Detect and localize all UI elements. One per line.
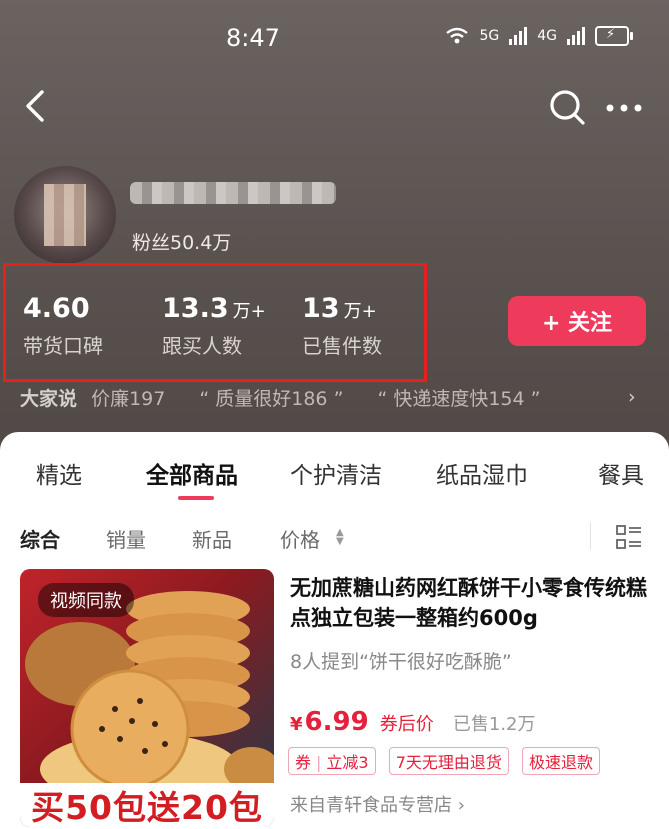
stats-highlight-box: 4.60 带货口碑 13.3 万+ 跟买人数 13 万+ 已售件数 bbox=[3, 263, 427, 382]
filter-price[interactable]: 价格 bbox=[280, 524, 320, 553]
review-lead: 大家说 bbox=[20, 388, 78, 410]
status-time: 8:47 bbox=[226, 24, 280, 52]
tab-tableware[interactable]: 餐具 bbox=[598, 456, 644, 490]
stat-buyers[interactable]: 13.3 万+ 跟买人数 bbox=[162, 293, 266, 359]
tab-paper-wipes[interactable]: 纸品湿巾 bbox=[436, 456, 528, 490]
coupon-amount: 立减3 bbox=[326, 753, 369, 772]
signal-icon bbox=[567, 27, 585, 45]
tab-all-products[interactable]: 全部商品 bbox=[146, 456, 238, 490]
stat-label: 跟买人数 bbox=[162, 334, 242, 358]
product-mention: 8人提到“饼干很好吃酥脆” bbox=[290, 651, 512, 673]
network-4g-label: 4G bbox=[537, 28, 557, 44]
fast-refund-tag: 极速退款 bbox=[521, 747, 600, 775]
follow-button[interactable]: + 关注 bbox=[508, 296, 646, 346]
wifi-icon bbox=[446, 27, 469, 44]
filter-sales[interactable]: 销量 bbox=[106, 524, 146, 553]
service-tags: 券 | 立减3 7天无理由退货 极速退款 bbox=[288, 747, 608, 775]
stat-unit: 万+ bbox=[343, 301, 377, 322]
fans-count: 粉丝50.4万 bbox=[132, 232, 232, 254]
review-chip[interactable]: “ 质量很好186 ” bbox=[199, 388, 343, 410]
signal-icon bbox=[509, 27, 528, 45]
status-bar: 8:47 5G 4G ⚡ bbox=[0, 0, 669, 80]
shop-name-blurred bbox=[130, 182, 336, 204]
sort-arrows-icon[interactable]: ▲ ▼ bbox=[336, 528, 344, 547]
stat-value: 13 bbox=[302, 293, 340, 324]
tab-personal-care[interactable]: 个护清洁 bbox=[290, 456, 382, 490]
return-policy-tag: 7天无理由退货 bbox=[388, 747, 509, 775]
coupon-label: 券 bbox=[295, 753, 312, 772]
filter-new[interactable]: 新品 bbox=[192, 524, 232, 553]
filter-comprehensive[interactable]: 综合 bbox=[20, 524, 60, 553]
product-sheet: 精选 全部商品 个护清洁 纸品湿巾 餐具 综合 销量 新品 价格 ▲ ▼ 视频同… bbox=[0, 432, 669, 829]
price-row: ¥6.99 券后价 已售1.2万 bbox=[290, 707, 536, 737]
avatar[interactable] bbox=[14, 166, 116, 264]
tab-featured[interactable]: 精选 bbox=[36, 456, 82, 490]
status-icons: 5G 4G ⚡ bbox=[445, 26, 633, 46]
battery-charging-icon: ⚡ bbox=[595, 26, 633, 46]
product-price: ¥6.99 bbox=[290, 707, 369, 737]
sold-count: 已售1.2万 bbox=[452, 714, 536, 735]
list-layout-icon[interactable] bbox=[616, 524, 642, 550]
search-icon[interactable] bbox=[548, 88, 586, 126]
stat-value: 4.60 bbox=[23, 293, 90, 324]
category-tabs: 精选 全部商品 个护清洁 纸品湿巾 餐具 bbox=[0, 432, 669, 502]
product-card[interactable]: 视频同款 买50包送20包 无加蔗糖山药网红酥饼干小零食传统糕点独立包装一整箱约… bbox=[20, 569, 660, 829]
promo-banner: 买50包送20包 bbox=[20, 783, 274, 827]
chevron-right-icon: › bbox=[457, 795, 465, 816]
stat-sold[interactable]: 13 万+ 已售件数 bbox=[302, 293, 382, 359]
stat-label: 带货口碑 bbox=[23, 334, 103, 358]
price-symbol: ¥ bbox=[290, 714, 303, 735]
stat-value: 13.3 bbox=[162, 293, 229, 324]
network-5g-label: 5G bbox=[479, 28, 500, 44]
review-chip[interactable]: 价廉197 bbox=[91, 388, 165, 410]
video-same-tag: 视频同款 bbox=[38, 583, 134, 617]
shop-link[interactable]: 来自青轩食品专营店 › bbox=[290, 791, 465, 817]
review-summary-row[interactable]: 大家说 价廉197 “ 质量很好186 ” “ 快递速度快154 ” › bbox=[20, 384, 650, 414]
filter-bar: 综合 销量 新品 价格 ▲ ▼ bbox=[0, 516, 669, 560]
filter-divider bbox=[590, 522, 591, 550]
stat-label: 已售件数 bbox=[302, 334, 382, 358]
product-thumbnail[interactable]: 视频同款 买50包送20包 bbox=[20, 569, 274, 827]
shop-name: 来自青轩食品专营店 bbox=[290, 795, 452, 816]
review-chip[interactable]: “ 快递速度快154 ” bbox=[377, 388, 540, 410]
stat-reputation[interactable]: 4.60 带货口碑 bbox=[23, 293, 103, 359]
chevron-right-icon[interactable]: › bbox=[628, 386, 636, 408]
price-note: 券后价 bbox=[379, 714, 434, 735]
product-title[interactable]: 无加蔗糖山药网红酥饼干小零食传统糕点独立包装一整箱约600g bbox=[290, 573, 658, 633]
back-arrow-icon[interactable] bbox=[18, 86, 58, 126]
stat-unit: 万+ bbox=[232, 301, 266, 322]
more-icon[interactable] bbox=[604, 94, 644, 122]
coupon-tag: 券 | 立减3 bbox=[288, 747, 376, 775]
price-value: 6.99 bbox=[304, 707, 369, 737]
active-tab-indicator bbox=[178, 496, 214, 500]
